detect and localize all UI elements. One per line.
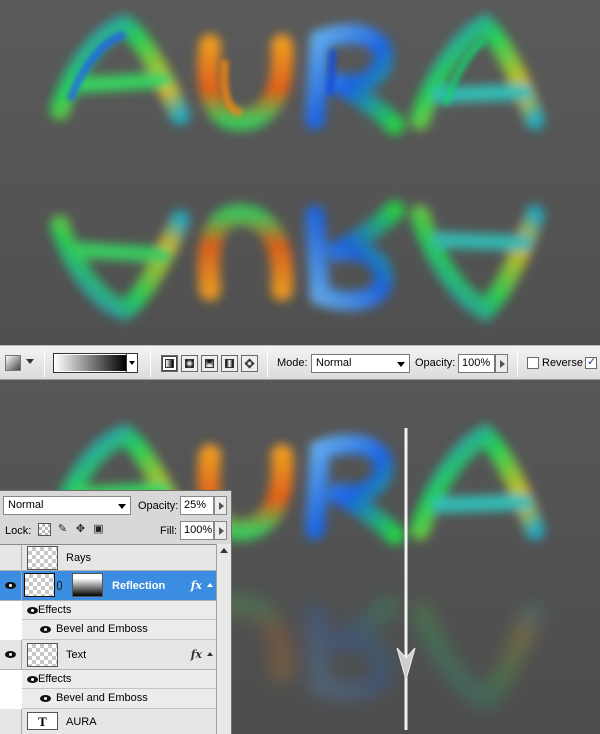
fx-icon[interactable]: fx <box>191 648 202 661</box>
gradient-swatch[interactable] <box>55 355 126 371</box>
fill-label: Fill: <box>160 525 178 537</box>
gradient-picker-dropdown-icon[interactable] <box>126 354 137 372</box>
eye-icon[interactable] <box>27 607 38 614</box>
aura-text-artwork <box>50 12 545 323</box>
fill-input[interactable]: 100% <box>180 521 214 540</box>
mode-select[interactable]: Normal <box>311 354 410 373</box>
layer-row-reflection[interactable]: Reflection fx <box>0 571 216 601</box>
angle-gradient-button[interactable] <box>201 355 218 372</box>
eye-icon[interactable] <box>27 676 38 683</box>
layer-name: Text <box>66 649 87 661</box>
layer-opacity-arrow-icon[interactable] <box>214 496 227 515</box>
effect-row-bevel-emboss[interactable]: Bevel and Emboss <box>22 620 216 640</box>
visibility-toggle[interactable] <box>0 571 22 600</box>
opacity-input[interactable]: 100% <box>458 354 495 373</box>
visibility-toggle[interactable] <box>0 545 22 570</box>
lock-transparency-icon[interactable] <box>38 523 51 536</box>
opacity-label: Opacity: <box>415 357 456 369</box>
lock-pixels-brush-icon[interactable]: ✎ <box>56 523 69 536</box>
link-chain-icon[interactable] <box>57 581 62 590</box>
opacity-slider-arrow-icon[interactable] <box>495 354 508 373</box>
eye-icon <box>5 651 16 658</box>
separator <box>150 350 151 377</box>
eye-icon[interactable] <box>40 626 51 633</box>
collapse-effects-icon[interactable] <box>207 583 213 587</box>
effect-name: Bevel and Emboss <box>56 623 148 635</box>
effects-row[interactable]: Effects <box>22 601 216 620</box>
reflected-gradient-button[interactable] <box>221 355 238 372</box>
layer-thumbnail <box>27 643 58 667</box>
layers-scrollbar[interactable] <box>216 544 231 734</box>
collapse-effects-icon[interactable] <box>207 652 213 656</box>
gradient-options-bar: Mode: Normal Opacity: 100% Reverse <box>0 345 600 380</box>
layers-panel: Normal Opacity: 25% Lock: ✎ ✥ ▣ Fill: 10… <box>0 490 232 734</box>
layer-name: Reflection <box>112 580 166 592</box>
layer-mask-thumbnail[interactable] <box>72 573 103 597</box>
effect-row-bevel-emboss[interactable]: Bevel and Emboss <box>22 689 216 709</box>
lock-all-padlock-icon[interactable]: ▣ <box>92 523 105 536</box>
aura-reflection <box>50 200 545 323</box>
gradient-drag-arrow-icon <box>396 428 416 730</box>
separator <box>517 350 518 377</box>
linear-gradient-button[interactable] <box>161 355 178 372</box>
radial-gradient-button[interactable] <box>181 355 198 372</box>
effects-label: Effects <box>38 673 72 685</box>
separator <box>267 350 268 377</box>
layers-list: Rays Reflection fx Effects Bevel and Emb… <box>0 544 216 734</box>
dither-checkbox[interactable] <box>585 355 597 369</box>
diamond-gradient-button[interactable] <box>241 355 258 372</box>
lock-position-move-icon[interactable]: ✥ <box>74 523 87 536</box>
layer-thumbnail <box>24 573 55 597</box>
canvas-before <box>0 0 600 345</box>
layer-row-text[interactable]: Text fx <box>0 640 216 670</box>
aura-word <box>50 12 545 135</box>
visibility-toggle[interactable] <box>0 640 22 669</box>
eye-icon[interactable] <box>40 695 51 702</box>
reverse-checkbox[interactable] <box>527 357 539 369</box>
eye-icon <box>5 582 16 589</box>
tool-preset-icon[interactable] <box>5 355 21 371</box>
fx-icon[interactable]: fx <box>191 579 202 592</box>
visibility-toggle[interactable] <box>0 709 22 734</box>
fill-arrow-icon[interactable] <box>214 521 227 540</box>
layer-thumbnail <box>27 546 58 570</box>
reverse-label: Reverse <box>542 357 583 369</box>
gradient-picker[interactable] <box>53 353 138 373</box>
lock-label: Lock: <box>5 525 32 537</box>
layer-name: AURA <box>66 716 97 728</box>
scroll-up-icon[interactable] <box>220 548 228 553</box>
effect-name: Bevel and Emboss <box>56 692 148 704</box>
effects-label: Effects <box>38 604 72 616</box>
type-layer-icon: T <box>27 712 58 730</box>
tool-preset-dropdown-icon[interactable] <box>26 359 34 364</box>
layer-opacity-label: Opacity: <box>138 500 179 512</box>
blend-mode-select[interactable]: Normal <box>3 496 131 515</box>
layer-name: Rays <box>66 552 92 564</box>
layer-row-aura[interactable]: T AURA <box>0 709 216 734</box>
mode-label: Mode: <box>277 357 308 369</box>
effects-row[interactable]: Effects <box>22 670 216 689</box>
layer-opacity-input[interactable]: 25% <box>180 496 214 515</box>
separator <box>44 350 45 377</box>
layer-row-rays[interactable]: Rays <box>0 545 216 571</box>
